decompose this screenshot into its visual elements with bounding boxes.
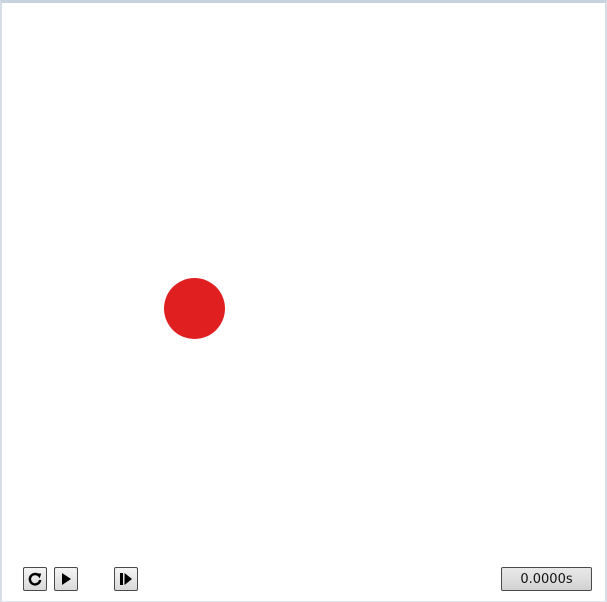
red-ball [164, 278, 225, 339]
play-icon [62, 573, 71, 585]
step-forward-icon [120, 573, 132, 585]
reset-icon [28, 572, 42, 586]
reset-button[interactable] [23, 567, 47, 591]
simulation-canvas: 0.0000s [0, 0, 607, 602]
step-forward-button[interactable] [114, 567, 138, 591]
play-button[interactable] [54, 567, 78, 591]
time-display: 0.0000s [501, 567, 592, 591]
